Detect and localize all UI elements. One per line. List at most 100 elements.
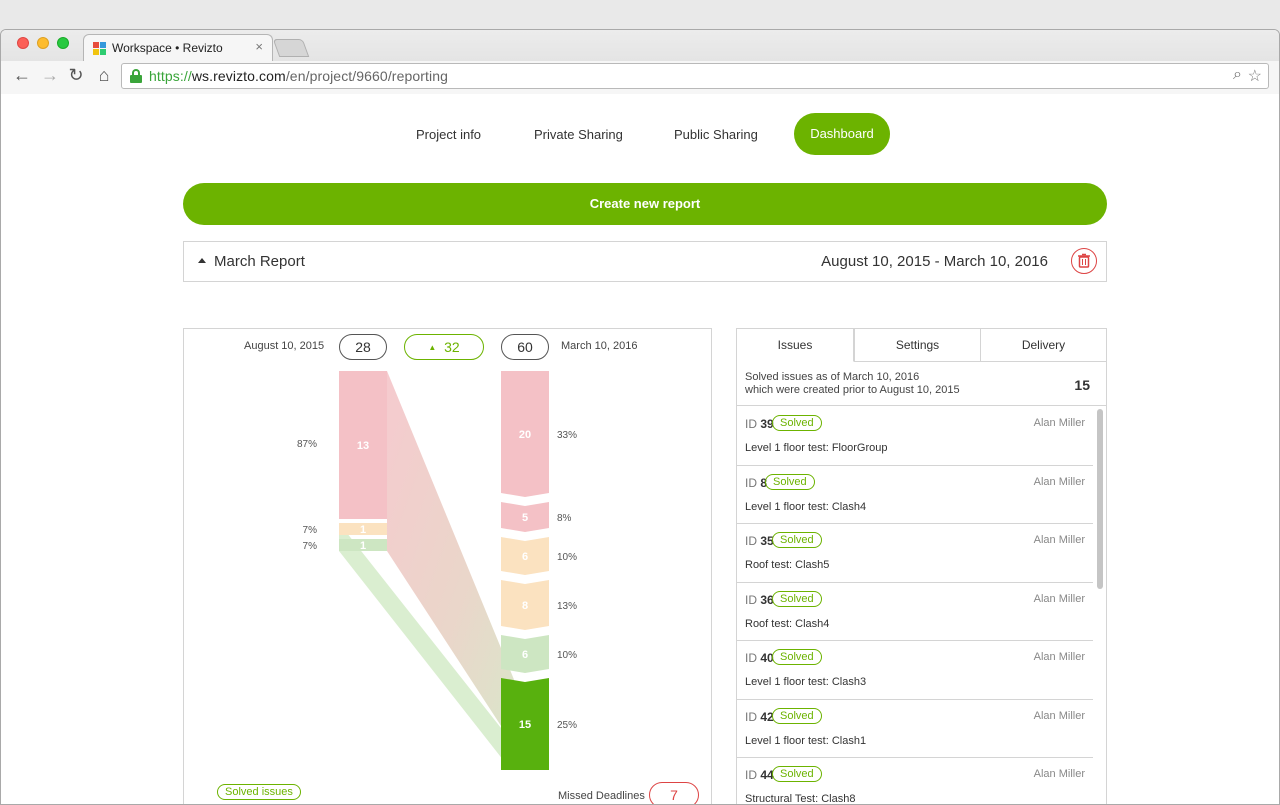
close-window-button[interactable] [17, 37, 29, 49]
maximize-window-button[interactable] [57, 37, 69, 49]
issue-row[interactable]: ID 44 Solved Alan Miller Structural Test: C… [737, 758, 1093, 805]
issues-summary: Solved issues as of March 10, 2016 which… [737, 363, 1106, 406]
issue-name: Level 1 floor test: Clash3 [745, 676, 867, 688]
tab-close-icon[interactable]: × [255, 39, 263, 54]
right-node-pct-5: 10% [557, 650, 577, 661]
tab-settings[interactable]: Settings [854, 329, 980, 362]
right-node-value-2: 5 [522, 512, 528, 524]
issue-author: Alan Miller [1033, 475, 1085, 488]
issue-name: Structural Test: Clash8 [745, 793, 856, 805]
nav-private-sharing[interactable]: Private Sharing [534, 127, 623, 142]
issue-row[interactable]: ID 36 Solved Alan Miller Roof test: Clash4 [737, 583, 1093, 641]
issue-author: Alan Miller [1033, 768, 1085, 780]
left-node-value-3: 1 [360, 540, 366, 552]
missed-deadlines-label: Missed Deadlines [558, 790, 645, 802]
issue-id: ID 8 [745, 475, 768, 490]
tab-title: Workspace • Revizto [112, 41, 223, 55]
nav-dashboard[interactable]: Dashboard [794, 113, 890, 155]
report-date-range: August 10, 2015 - March 10, 2016 [821, 253, 1048, 270]
left-node-pct-1: 87% [297, 439, 317, 450]
address-bar[interactable]: https://ws.revizto.com/en/project/9660/r… [121, 63, 1269, 89]
status-badge: Solved [772, 766, 822, 782]
issue-name: Level 1 floor test: Clash1 [745, 734, 867, 747]
issue-author: Alan Miller [1033, 534, 1085, 546]
browser-window: Workspace • Revizto × ← → ↻ ⌂ https://ws… [0, 29, 1280, 805]
nav-public-sharing[interactable]: Public Sharing [674, 127, 758, 142]
right-node-pct-6: 25% [557, 720, 577, 731]
issue-row[interactable]: ID 35 Solved Alan Miller Roof test: Clash5 [737, 524, 1093, 583]
issue-list-scrollbar[interactable] [1097, 409, 1103, 589]
issue-name: Roof test: Clash5 [745, 559, 830, 571]
left-node-value-2: 1 [360, 524, 366, 536]
forward-arrow-icon[interactable]: → [39, 65, 61, 86]
tab-delivery[interactable]: Delivery [980, 329, 1106, 362]
issue-id: ID 42 [745, 709, 774, 724]
right-node-pct-3: 10% [557, 552, 577, 563]
issue-id: ID 40 [745, 651, 774, 665]
issue-author: Alan Miller [1033, 651, 1085, 663]
side-panel: Issues Settings Delivery Solved issues a… [736, 328, 1107, 805]
issue-id: ID 36 [745, 592, 774, 607]
issue-author: Alan Miller [1033, 417, 1085, 429]
issue-name: Roof test: Clash4 [745, 617, 830, 630]
delete-report-button[interactable] [1071, 248, 1097, 274]
new-tab-button[interactable] [272, 39, 310, 57]
home-icon[interactable]: ⌂ [93, 65, 115, 86]
minimize-window-button[interactable] [37, 37, 49, 49]
summary-text: Solved issues as of March 10, 2016 which… [745, 371, 960, 396]
issue-author: Alan Miller [1033, 709, 1085, 722]
flow-chart: 13 87% 1 7% 1 7% 20 33% 5 8% 6 10% 8 13% 6 10% 15 25% [297, 371, 577, 770]
right-node-pct-2: 8% [557, 513, 572, 524]
status-badge: Solved [772, 532, 822, 548]
issue-list[interactable]: ID 39 Solved Alan Miller Level 1 floor test… [737, 407, 1093, 805]
bookmark-star-icon[interactable]: ☆ [1248, 66, 1262, 86]
solved-issues-legend[interactable]: Solved issues [217, 784, 301, 800]
right-node-pct-4: 13% [557, 601, 577, 612]
issue-row[interactable]: ID 39 Solved Alan Miller Level 1 floor test… [737, 407, 1093, 466]
back-arrow-icon[interactable]: ← [11, 65, 33, 86]
collapse-caret-icon[interactable] [198, 258, 206, 263]
right-node-value-3: 6 [522, 551, 528, 563]
browser-tab[interactable]: Workspace • Revizto × [83, 34, 273, 61]
status-badge: Solved [772, 590, 822, 607]
side-tabs: Issues Settings Delivery [737, 329, 1106, 362]
left-node-value-1: 13 [357, 440, 369, 452]
browser-toolbar: Workspace • Revizto × ← → ↻ ⌂ https://ws… [1, 30, 1279, 94]
issue-id: ID 35 [745, 534, 774, 548]
issue-id: ID 39 [745, 417, 774, 431]
lock-icon [130, 69, 142, 83]
flow-chart-panel: August 10, 2015 28 ▲ 32 60 March 10, 201… [183, 328, 712, 804]
status-badge: Solved [765, 473, 815, 490]
summary-count: 15 [1074, 377, 1090, 393]
right-node-pct-1: 33% [557, 430, 577, 441]
right-node-value-4: 8 [522, 600, 528, 612]
address-row: ← → ↻ ⌂ https://ws.revizto.com/en/projec… [1, 61, 1279, 94]
status-badge: Solved [772, 649, 822, 665]
issue-name: Level 1 floor test: Clash4 [745, 500, 867, 513]
status-badge: Solved [772, 707, 822, 724]
status-badge: Solved [772, 415, 822, 431]
issue-name: Level 1 floor test: FloorGroup [745, 442, 888, 454]
issue-row[interactable]: ID 8 Solved Alan Miller Level 1 floor test:… [737, 466, 1093, 524]
report-title: March Report [214, 253, 305, 270]
create-report-button[interactable]: Create new report [183, 183, 1107, 225]
right-node-value-5: 6 [522, 649, 528, 661]
nav-project-info[interactable]: Project info [416, 127, 481, 142]
reload-icon[interactable]: ↻ [65, 65, 87, 86]
trash-icon [1078, 253, 1090, 268]
revizto-favicon-icon [93, 42, 107, 56]
page-content: Project info Private Sharing Public Shar… [1, 95, 1279, 805]
right-node-value-6: 15 [519, 719, 531, 731]
left-node-pct-3: 7% [303, 541, 318, 552]
right-node-value-1: 20 [519, 429, 531, 441]
issue-id: ID 44 [745, 768, 774, 782]
issue-author: Alan Miller [1033, 592, 1085, 605]
zoom-icon[interactable]: ⌕ [1233, 66, 1242, 84]
url-text: https://ws.revizto.com/en/project/9660/r… [149, 68, 448, 84]
left-node-pct-2: 7% [303, 525, 318, 536]
tab-issues[interactable]: Issues [737, 329, 854, 362]
report-header[interactable]: March Report August 10, 2015 - March 10,… [183, 241, 1107, 282]
issue-row[interactable]: ID 42 Solved Alan Miller Level 1 floor test… [737, 700, 1093, 758]
issue-row[interactable]: ID 40 Solved Alan Miller Level 1 floor test… [737, 641, 1093, 700]
missed-deadlines-count[interactable]: 7 [649, 782, 699, 804]
